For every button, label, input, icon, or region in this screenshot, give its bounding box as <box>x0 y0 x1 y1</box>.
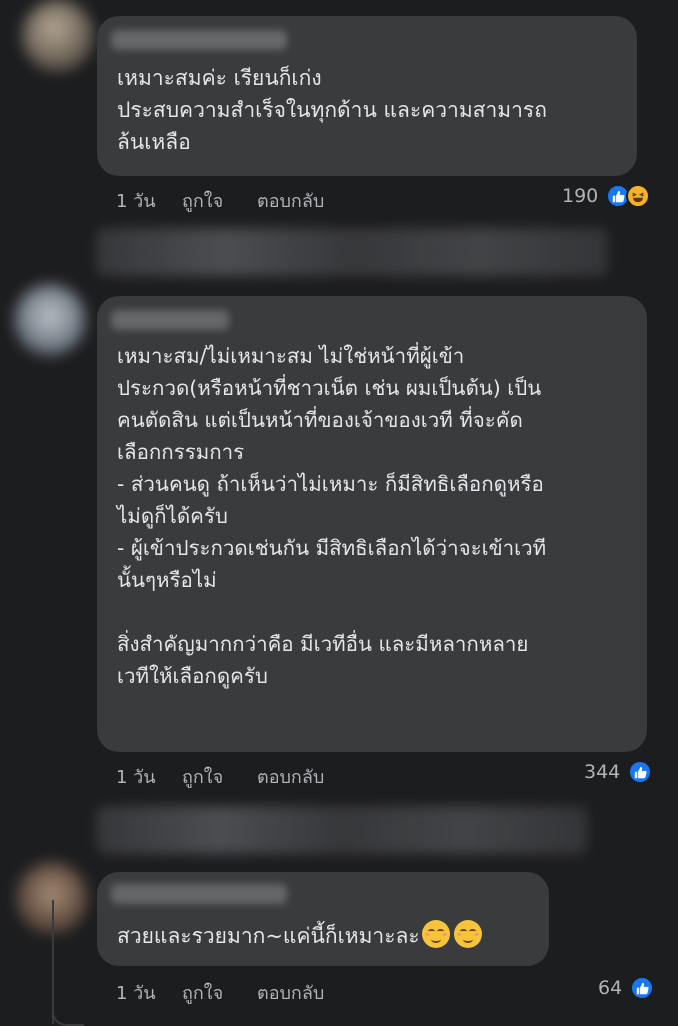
comment-time[interactable]: 1 วัน <box>116 978 156 1007</box>
reply-button[interactable]: ตอบกลับ <box>257 186 324 215</box>
thread-connector <box>52 900 54 1024</box>
reaction-summary[interactable]: 344 <box>584 760 653 784</box>
reaction-count: 64 <box>598 977 623 999</box>
comment-text: เหมาะสม/ไม่เหมาะสม ไม่ใช่หน้าที่ผู้เข้า … <box>117 344 547 688</box>
like-button[interactable]: ถูกใจ <box>182 978 223 1007</box>
hidden-replies-blur <box>96 228 608 276</box>
smiling-face-icon <box>453 920 482 948</box>
reaction-summary[interactable]: 190 <box>562 184 651 208</box>
comment-text-body: สวยและรวยมาก~แค่นี้ก็เหมาะละ <box>117 924 420 948</box>
hidden-replies-blur <box>96 806 588 854</box>
reaction-count: 344 <box>584 761 621 783</box>
reply-button[interactable]: ตอบกลับ <box>257 762 324 791</box>
comment-text: เหมาะสมค่ะ เรียนก็เก่ง ประสบความสำเร็จใน… <box>117 66 547 154</box>
commenter-name[interactable] <box>111 310 229 330</box>
comment-time[interactable]: 1 วัน <box>116 762 156 791</box>
comment-time[interactable]: 1 วัน <box>116 186 156 215</box>
smiling-face-icon <box>421 920 450 948</box>
like-button[interactable]: ถูกใจ <box>182 186 223 215</box>
like-button[interactable]: ถูกใจ <box>182 762 223 791</box>
comment-bubble: เหมาะสม/ไม่เหมาะสม ไม่ใช่หน้าที่ผู้เข้า … <box>97 296 647 752</box>
commenter-name[interactable] <box>111 884 287 904</box>
avatar[interactable] <box>14 284 86 356</box>
haha-icon <box>626 184 651 208</box>
comment-bubble: สวยและรวยมาก~แค่นี้ก็เหมาะละ <box>97 872 549 966</box>
reaction-summary[interactable]: 64 <box>598 976 655 1000</box>
reply-button[interactable]: ตอบกลับ <box>257 978 324 1007</box>
comment-bubble: เหมาะสมค่ะ เรียนก็เก่ง ประสบความสำเร็จใน… <box>97 16 637 176</box>
comment-text: สวยและรวยมาก~แค่นี้ก็เหมาะละ <box>117 920 531 952</box>
like-icon <box>628 760 653 784</box>
like-icon <box>630 976 655 1000</box>
commenter-name[interactable] <box>111 30 287 50</box>
reaction-count: 190 <box>562 185 599 207</box>
avatar[interactable] <box>22 0 94 72</box>
